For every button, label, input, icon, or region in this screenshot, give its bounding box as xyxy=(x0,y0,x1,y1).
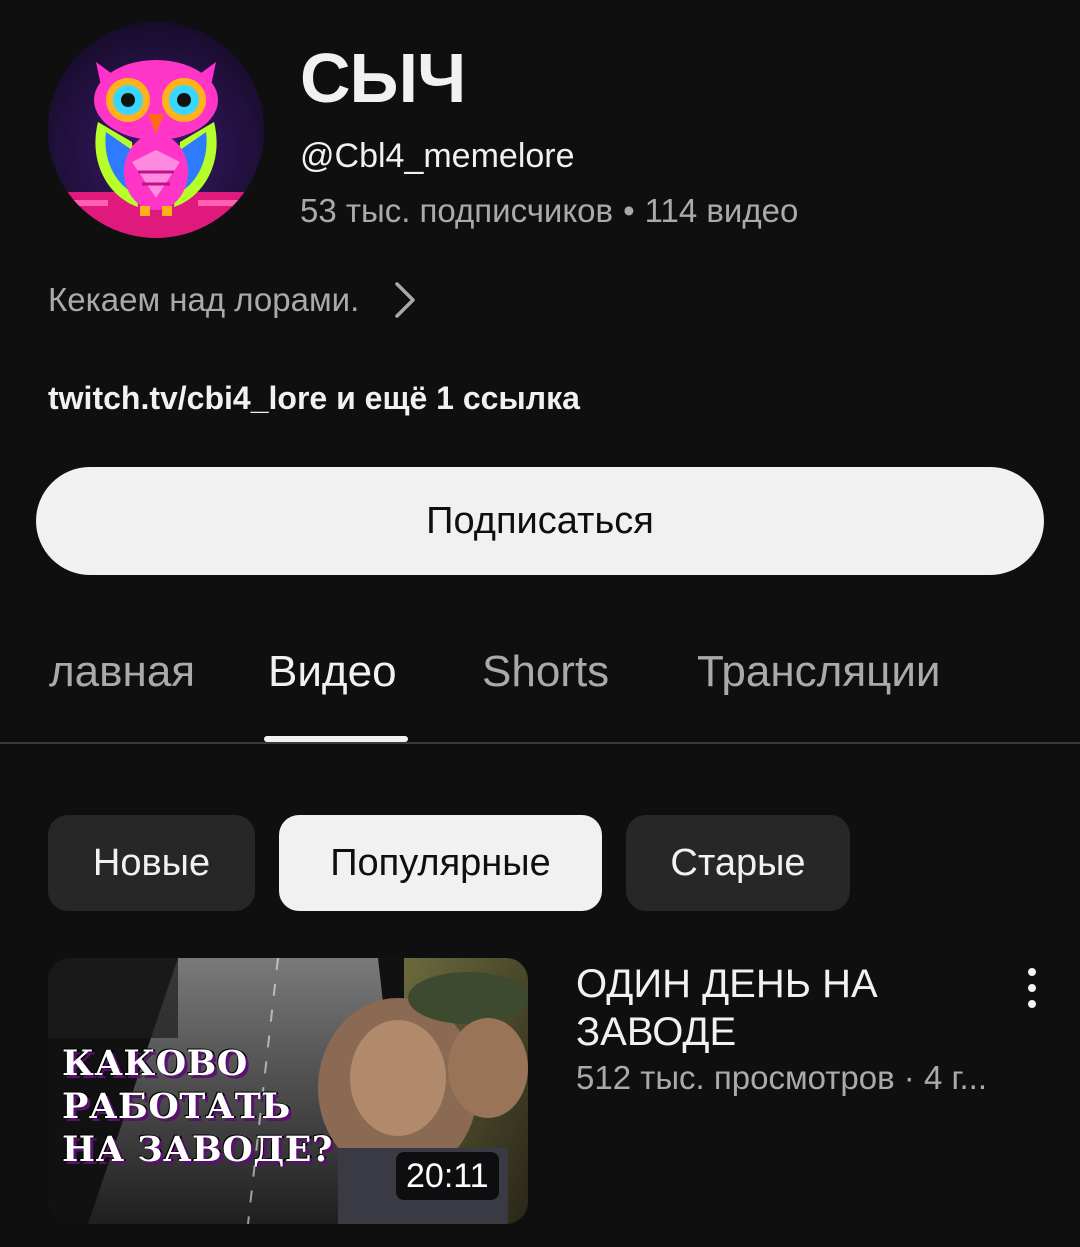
active-tab-indicator xyxy=(264,736,408,742)
owl-icon xyxy=(48,22,264,238)
chip-popular[interactable]: Популярные xyxy=(279,815,602,911)
channel-stats: 53 тыс. подписчиков • 114 видео xyxy=(300,189,798,233)
subscriber-count: 53 тыс. подписчиков xyxy=(300,192,614,229)
tab-home-label: лавная xyxy=(49,647,196,696)
video-duration: 20:11 xyxy=(396,1152,499,1200)
thumbnail-caption-line: НА ЗАВОДЕ? xyxy=(62,1129,333,1170)
video-thumbnail[interactable]: КАКОВО РАБОТАТЬ НА ЗАВОДЕ? 20:11 xyxy=(48,958,528,1224)
chip-newest[interactable]: Новые xyxy=(48,815,255,911)
video-title[interactable]: ОДИН ДЕНЬ НА ЗАВОДЕ xyxy=(576,960,976,1056)
video-count: 114 видео xyxy=(644,192,799,229)
tab-home[interactable]: лавная xyxy=(49,640,199,704)
thumbnail-caption-line: РАБОТАТЬ xyxy=(62,1086,291,1127)
subscribe-button[interactable]: Подписаться xyxy=(36,467,1044,575)
channel-description-row[interactable]: Кекаем над лорами. xyxy=(48,276,419,324)
chip-oldest[interactable]: Старые xyxy=(626,815,850,911)
thumbnail-caption: КАКОВО РАБОТАТЬ НА ЗАВОДЕ? xyxy=(62,1042,333,1171)
tab-videos[interactable]: Видео xyxy=(268,640,397,704)
channel-tabs: лавная Видео Shorts Трансляции xyxy=(0,610,1080,744)
thumbnail-caption-line: КАКОВО xyxy=(62,1043,248,1084)
channel-handle: @Cbl4_memelore xyxy=(300,137,575,175)
channel-name: СЫЧ xyxy=(300,39,466,117)
tab-shorts[interactable]: Shorts xyxy=(482,640,609,704)
stats-separator: • xyxy=(623,192,635,229)
more-vert-icon[interactable] xyxy=(1014,964,1050,1012)
channel-avatar[interactable] xyxy=(48,22,264,238)
channel-description: Кекаем над лорами. xyxy=(48,281,360,318)
channel-page: СЫЧ @Cbl4_memelore 53 тыс. подписчиков • 1… xyxy=(0,0,1080,1247)
video-item[interactable]: КАКОВО РАБОТАТЬ НА ЗАВОДЕ? 20:11 ОДИН ДЕ… xyxy=(48,958,1048,1224)
channel-links[interactable]: twitch.tv/cbi4_lore и ещё 1 ссылка xyxy=(48,376,580,420)
video-meta: 512 тыс. просмотров · 4 г... xyxy=(576,1059,988,1096)
chevron-right-icon xyxy=(389,280,419,320)
tab-live[interactable]: Трансляции xyxy=(697,640,941,704)
